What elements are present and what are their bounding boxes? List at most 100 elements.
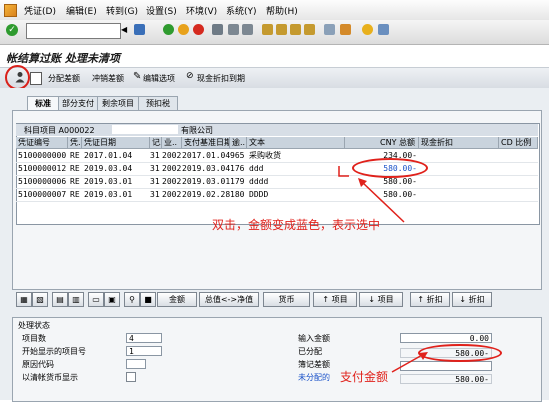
gross-net-button-label: 总值<->净值 — [204, 295, 254, 304]
col-header-posting-key[interactable]: 记.. — [150, 137, 162, 149]
menu-system[interactable]: 系统(Y) — [226, 4, 257, 17]
reason-code-field[interactable] — [126, 359, 146, 369]
sort-icon[interactable]: ▤ — [52, 292, 68, 307]
menu-goto[interactable]: 转到(G) — [106, 4, 138, 17]
col-header-cd-percent[interactable]: CD 比例 — [499, 137, 538, 149]
annotation-arrow-payment — [391, 352, 428, 373]
deselect-icon[interactable]: ▧ — [32, 292, 48, 307]
save-icon[interactable] — [134, 24, 145, 35]
save-list-icon[interactable]: ■ — [140, 292, 156, 307]
cell-arrears: 180 — [230, 190, 245, 199]
input-amount-label: 输入金额 — [298, 334, 330, 343]
distribute-diff-button[interactable]: 分配差额 — [48, 73, 80, 84]
col-header-baseline-date[interactable]: 支付基准日期 — [182, 137, 230, 149]
display-in-clearing-label: 以清帐货币显示 — [22, 373, 78, 382]
col-header-amount[interactable]: CNY 总额 — [345, 137, 419, 149]
table-row[interactable]: 5100000006 RE 2019.03.01 31 2002 2019.03… — [16, 176, 538, 188]
cell-doc-no: 5100000007 — [18, 190, 67, 199]
input-amount-field[interactable]: 0.00 — [400, 333, 492, 343]
assigned-label: 已分配 — [298, 347, 322, 356]
start-item-field[interactable]: 1 — [126, 346, 162, 356]
enter-icon[interactable]: ✓ — [6, 24, 18, 36]
redacted-company-name — [112, 125, 178, 134]
col-header-arrears[interactable]: 逾.. — [230, 137, 247, 149]
row-divider — [16, 175, 538, 176]
cell-doc-date: 2019.03.04 — [84, 164, 133, 173]
menu-help[interactable]: 帮助(H) — [266, 4, 298, 17]
col-header-doc-no[interactable]: 凭证编号 — [16, 137, 68, 149]
gross-net-button[interactable]: 总值<->净值 — [199, 292, 259, 307]
col-header-cash-discount[interactable]: 现金折扣 — [419, 137, 499, 149]
print-list-icon[interactable]: ▭ — [88, 292, 104, 307]
edit-doc-icon[interactable] — [30, 72, 42, 85]
display-in-clearing-checkbox[interactable] — [126, 372, 136, 382]
menu-settings[interactable]: 设置(S) — [146, 4, 177, 17]
annotation-corner-mark — [338, 166, 349, 177]
item-up-button[interactable]: ↑ 项目 — [313, 292, 357, 307]
last-page-icon[interactable] — [304, 24, 315, 35]
cell-doc-no: 5100000000 — [18, 151, 67, 160]
discount-down-button[interactable]: ↓ 折扣 — [452, 292, 492, 307]
menu-bar: 凭证(D) 编辑(E) 转到(G) 设置(S) 环境(V) 系统(Y) 帮助(H… — [0, 0, 549, 21]
help-icon[interactable] — [362, 24, 373, 35]
cell-doc-type: RE — [70, 151, 80, 160]
table-row[interactable]: 5100000012 RE 2019.03.04 31 2002 2019.03… — [16, 163, 538, 175]
cell-business-area: 2002 — [162, 177, 182, 186]
new-session-icon[interactable] — [324, 24, 335, 35]
first-page-icon[interactable] — [262, 24, 273, 35]
menu-environment[interactable]: 环境(V) — [186, 4, 217, 17]
application-toolbar: 分配差额 冲销差额 ✎ 编辑选项 ⊘ 现金折扣到期 — [0, 67, 549, 89]
row-divider — [16, 201, 538, 202]
tab-withholding-tax[interactable]: 预扣税 — [138, 96, 178, 110]
menu-edit[interactable]: 编辑(E) — [66, 4, 97, 17]
back-icon[interactable] — [163, 24, 174, 35]
select-all-icon[interactable]: ▦ — [16, 292, 32, 307]
table-row[interactable]: 5100000000 RE 2017.01.04 31 2002 2017.01… — [16, 150, 538, 162]
table-row[interactable]: 5100000007 RE 2019.03.01 31 2002 2019.02… — [16, 189, 538, 201]
cell-posting-key: 31 — [150, 151, 160, 160]
reason-code-label: 原因代码 — [22, 360, 54, 369]
prev-page-icon[interactable] — [276, 24, 287, 35]
shortcut-icon[interactable] — [340, 24, 351, 35]
export-icon[interactable]: ▣ — [104, 292, 120, 307]
find-icon[interactable] — [228, 24, 239, 35]
discount-up-button[interactable]: ↑ 折扣 — [410, 292, 450, 307]
tab-residual-items[interactable]: 剩余项目 — [97, 96, 139, 110]
cell-posting-key: 31 — [150, 164, 160, 173]
cell-doc-date: 2019.03.01 — [84, 177, 133, 186]
discount-up-label: 折扣 — [426, 295, 443, 304]
print-icon[interactable] — [212, 24, 223, 35]
next-page-icon[interactable] — [290, 24, 301, 35]
col-header-doc-date[interactable]: 凭证日期 — [82, 137, 150, 149]
title-bar: 帐结算过账 处理未清项 — [0, 45, 549, 67]
cell-arrears: 965 — [230, 151, 245, 160]
cash-discount-due-button[interactable]: 现金折扣到期 — [197, 73, 245, 84]
command-field[interactable] — [26, 23, 121, 39]
cell-business-area: 2002 — [162, 151, 182, 160]
find-list-icon[interactable]: ⚲ — [124, 292, 140, 307]
menu-document[interactable]: 凭证(D) — [24, 4, 56, 17]
col-header-text[interactable]: 文本 — [247, 137, 345, 149]
note-difference-label: 簿记差额 — [298, 360, 330, 369]
cancel-icon[interactable] — [193, 24, 204, 35]
find-next-icon[interactable] — [242, 24, 253, 35]
edit-options-button[interactable]: 编辑选项 — [143, 73, 175, 84]
exit-icon[interactable] — [178, 24, 189, 35]
col-header-doc-type[interactable]: 凭.. — [68, 137, 82, 149]
amount-button[interactable]: 金额 — [157, 292, 197, 307]
item-count-field: 4 — [126, 333, 162, 343]
item-down-button[interactable]: ↓ 项目 — [359, 292, 403, 307]
cell-business-area: 2002 — [162, 190, 182, 199]
page-title: 帐结算过账 处理未清项 — [6, 52, 120, 65]
col-header-business-area[interactable]: 业.. — [162, 137, 182, 149]
currency-button[interactable]: 货币 — [263, 292, 310, 307]
cell-arrears: 176 — [230, 164, 245, 173]
layout-icon[interactable] — [378, 24, 389, 35]
filter-icon[interactable]: ▥ — [68, 292, 84, 307]
offset-diff-button[interactable]: 冲销差额 — [92, 73, 124, 84]
command-dropdown-icon[interactable]: ◀ — [121, 25, 127, 34]
cell-doc-type: RE — [70, 164, 80, 173]
sap-logo-icon[interactable] — [4, 4, 17, 17]
tab-partial-payment[interactable]: 部分支付 — [58, 96, 98, 110]
tab-standard[interactable]: 标准 — [27, 96, 59, 110]
